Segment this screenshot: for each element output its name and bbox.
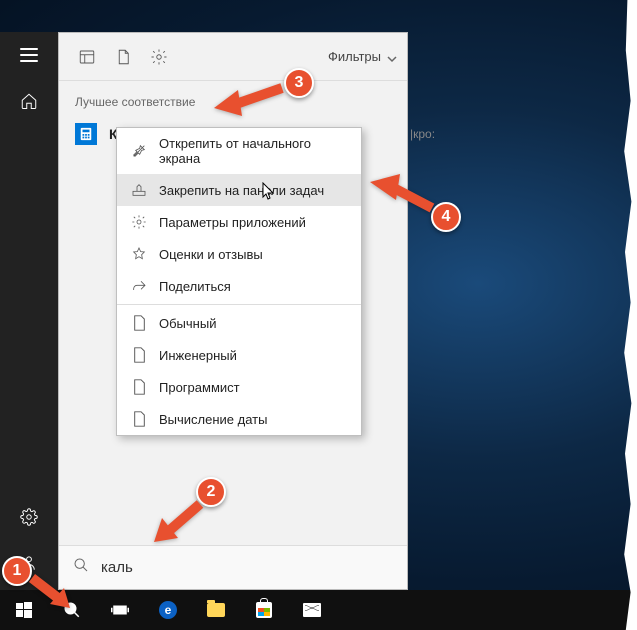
ctx-mode-date[interactable]: Вычисление даты bbox=[117, 403, 361, 435]
ctx-label: Инженерный bbox=[159, 348, 237, 363]
taskbar: e bbox=[0, 590, 637, 630]
documents-view-icon[interactable] bbox=[105, 39, 141, 75]
annotation-arrow-1 bbox=[26, 574, 72, 615]
document-icon bbox=[131, 379, 147, 395]
ctx-share[interactable]: Поделиться bbox=[117, 270, 361, 302]
context-menu: Открепить от начального экрана Закрепить… bbox=[116, 127, 362, 436]
ctx-label: Поделиться bbox=[159, 279, 231, 294]
ctx-rate-review[interactable]: Оценки и отзывы bbox=[117, 238, 361, 270]
home-icon[interactable] bbox=[0, 78, 58, 124]
document-icon bbox=[131, 347, 147, 363]
gear-icon bbox=[131, 214, 147, 230]
ctx-unpin-start[interactable]: Открепить от начального экрана bbox=[117, 128, 361, 174]
file-explorer-icon[interactable] bbox=[192, 590, 240, 630]
ctx-label: Программист bbox=[159, 380, 240, 395]
apps-view-icon[interactable] bbox=[69, 39, 105, 75]
search-panel-header: Фильтры bbox=[59, 33, 407, 81]
unpin-icon bbox=[131, 143, 147, 159]
search-input-row[interactable]: каль bbox=[59, 545, 407, 589]
share-icon bbox=[131, 278, 147, 294]
star-icon bbox=[131, 246, 147, 262]
ctx-label: Обычный bbox=[159, 316, 216, 331]
annotation-arrow-2 bbox=[148, 498, 208, 553]
ctx-label: Оценки и отзывы bbox=[159, 247, 263, 262]
ctx-app-settings[interactable]: Параметры приложений bbox=[117, 206, 361, 238]
annotation-arrow-4 bbox=[364, 170, 440, 221]
document-icon bbox=[131, 411, 147, 427]
task-view-icon[interactable] bbox=[96, 590, 144, 630]
ctx-pin-taskbar[interactable]: Закрепить на панели задач bbox=[117, 174, 361, 206]
ctx-label: Вычисление даты bbox=[159, 412, 267, 427]
calculator-icon bbox=[75, 123, 97, 145]
ctx-label: Параметры приложений bbox=[159, 215, 306, 230]
ctx-mode-scientific[interactable]: Инженерный bbox=[117, 339, 361, 371]
mail-icon[interactable] bbox=[288, 590, 336, 630]
store-icon[interactable] bbox=[240, 590, 288, 630]
search-icon bbox=[73, 557, 89, 578]
annotation-arrow-3 bbox=[208, 80, 288, 125]
truncated-label: |кро: bbox=[410, 127, 435, 141]
ctx-label: Открепить от начального экрана bbox=[159, 136, 347, 166]
annotation-badge-3: 3 bbox=[284, 68, 314, 98]
separator bbox=[117, 304, 361, 305]
torn-edge bbox=[621, 0, 637, 630]
ctx-mode-programmer[interactable]: Программист bbox=[117, 371, 361, 403]
pin-taskbar-icon bbox=[131, 182, 147, 198]
menu-icon[interactable] bbox=[0, 32, 58, 78]
settings-icon[interactable] bbox=[0, 494, 58, 540]
document-icon bbox=[131, 315, 147, 331]
filters-label: Фильтры bbox=[328, 49, 381, 64]
chevron-down-icon bbox=[387, 52, 397, 62]
start-rail bbox=[0, 32, 58, 590]
desktop: |кро: bbox=[0, 0, 637, 630]
edge-icon[interactable]: e bbox=[144, 590, 192, 630]
search-input[interactable]: каль bbox=[101, 559, 133, 576]
settings-view-icon[interactable] bbox=[141, 39, 177, 75]
ctx-label: Закрепить на панели задач bbox=[159, 183, 324, 198]
ctx-mode-standard[interactable]: Обычный bbox=[117, 307, 361, 339]
filters-dropdown[interactable]: Фильтры bbox=[328, 49, 397, 64]
